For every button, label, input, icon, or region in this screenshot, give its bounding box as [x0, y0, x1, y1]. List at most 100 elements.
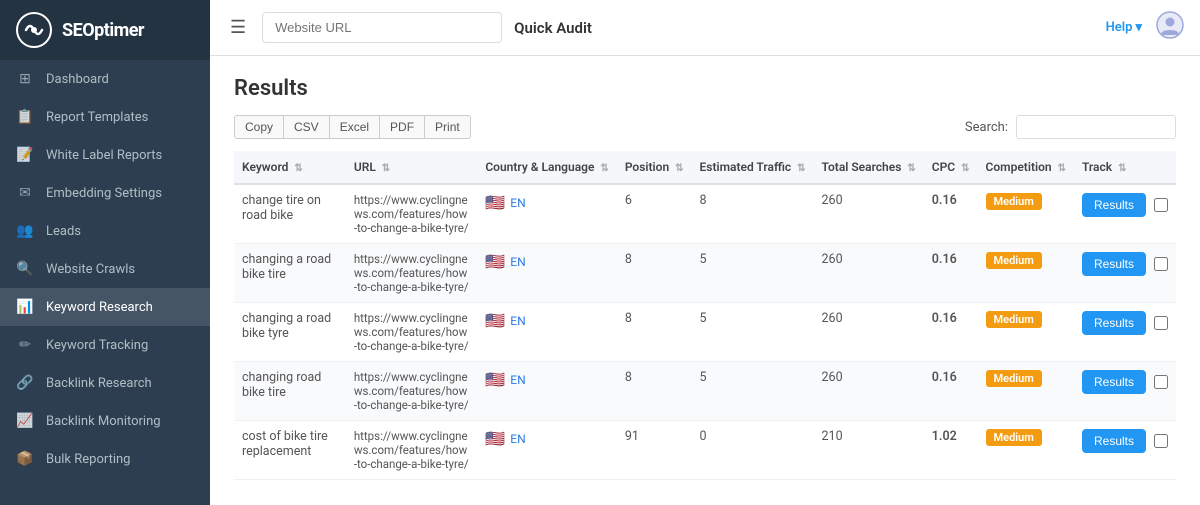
sidebar-item-label: Keyword Research	[46, 300, 153, 315]
search-label: Search:	[965, 120, 1008, 135]
sidebar-item-label: Bulk Reporting	[46, 452, 130, 467]
cell-position: 8	[617, 362, 692, 421]
flag-icon: 🇺🇸	[485, 370, 505, 389]
cell-country: 🇺🇸 EN	[477, 184, 616, 244]
user-avatar-icon[interactable]	[1156, 11, 1184, 45]
keyword-tracking-icon: ✏	[16, 337, 34, 353]
url-sort-icon[interactable]: ⇅	[382, 163, 390, 174]
cell-position: 8	[617, 303, 692, 362]
flag-icon: 🇺🇸	[485, 193, 505, 212]
sidebar-item-label: Leads	[46, 224, 81, 239]
page-title: Results	[234, 76, 1176, 101]
track-checkbox[interactable]	[1154, 375, 1168, 389]
search-container: Search:	[965, 115, 1176, 139]
track-checkbox[interactable]	[1154, 316, 1168, 330]
language-label: EN	[510, 314, 525, 328]
results-button[interactable]: Results	[1082, 252, 1146, 276]
hamburger-menu-icon[interactable]: ☰	[226, 13, 250, 42]
col-keyword: Keyword ⇅	[234, 151, 346, 184]
cell-country: 🇺🇸 EN	[477, 303, 616, 362]
topbar: ☰ Quick Audit Help ▾	[210, 0, 1200, 56]
cell-cpc: 0.16	[924, 184, 978, 244]
csv-button[interactable]: CSV	[283, 115, 330, 139]
track-checkbox[interactable]	[1154, 257, 1168, 271]
help-button[interactable]: Help ▾	[1106, 20, 1142, 35]
keyword-sort-icon[interactable]: ⇅	[294, 163, 302, 174]
competition-sort-icon[interactable]: ⇅	[1058, 163, 1066, 174]
cell-traffic: 5	[692, 303, 814, 362]
content-area: Results Copy CSV Excel PDF Print Search:…	[210, 56, 1200, 505]
pdf-button[interactable]: PDF	[379, 115, 425, 139]
country-sort-icon[interactable]: ⇅	[600, 163, 608, 174]
cell-searches: 260	[814, 303, 924, 362]
sidebar-item-website-crawls[interactable]: 🔍 Website Crawls	[0, 250, 210, 288]
position-sort-icon[interactable]: ⇅	[675, 163, 683, 174]
cell-keyword: changing a road bike tire	[234, 244, 346, 303]
sidebar-item-white-label-reports[interactable]: 📝 White Label Reports	[0, 136, 210, 174]
cell-competition: Medium	[978, 362, 1074, 421]
bulk-reporting-icon: 📦	[16, 451, 34, 467]
track-checkbox[interactable]	[1154, 434, 1168, 448]
col-track-label: Track	[1082, 160, 1112, 174]
cell-searches: 260	[814, 244, 924, 303]
cell-url: https://www.cyclingnews.com/features/how…	[346, 184, 478, 244]
dashboard-icon: ⊞	[16, 71, 34, 87]
copy-button[interactable]: Copy	[234, 115, 284, 139]
results-button[interactable]: Results	[1082, 370, 1146, 394]
cell-track: Results	[1074, 244, 1176, 303]
topbar-right: Help ▾	[1106, 11, 1184, 45]
cell-traffic: 8	[692, 184, 814, 244]
cell-keyword: change tire on road bike	[234, 184, 346, 244]
language-label: EN	[510, 373, 525, 387]
col-competition: Competition ⇅	[978, 151, 1074, 184]
language-label: EN	[510, 255, 525, 269]
results-button[interactable]: Results	[1082, 311, 1146, 335]
sidebar-item-label: Keyword Tracking	[46, 338, 148, 353]
cell-searches: 210	[814, 421, 924, 480]
sidebar-item-backlink-monitoring[interactable]: 📈 Backlink Monitoring	[0, 402, 210, 440]
col-traffic-label: Estimated Traffic	[700, 160, 792, 174]
sidebar-item-report-templates[interactable]: 📋 Report Templates	[0, 98, 210, 136]
table-controls: Copy CSV Excel PDF Print Search:	[234, 115, 1176, 139]
print-button[interactable]: Print	[424, 115, 471, 139]
col-country-label: Country & Language	[485, 160, 594, 174]
cell-cpc: 1.02	[924, 421, 978, 480]
col-url-label: URL	[354, 160, 376, 174]
track-sort-icon[interactable]: ⇅	[1118, 163, 1126, 174]
competition-badge: Medium	[986, 429, 1042, 446]
help-label: Help	[1106, 20, 1133, 35]
sidebar-item-embedding-settings[interactable]: ✉ Embedding Settings	[0, 174, 210, 212]
sidebar-item-dashboard[interactable]: ⊞ Dashboard	[0, 60, 210, 98]
cell-cpc: 0.16	[924, 244, 978, 303]
results-button[interactable]: Results	[1082, 193, 1146, 217]
results-button[interactable]: Results	[1082, 429, 1146, 453]
cpc-sort-icon[interactable]: ⇅	[961, 163, 969, 174]
col-position-label: Position	[625, 160, 669, 174]
cell-keyword: changing road bike tire	[234, 362, 346, 421]
sidebar-item-backlink-research[interactable]: 🔗 Backlink Research	[0, 364, 210, 402]
cell-traffic: 5	[692, 244, 814, 303]
traffic-sort-icon[interactable]: ⇅	[797, 163, 805, 174]
sidebar-item-keyword-tracking[interactable]: ✏ Keyword Tracking	[0, 326, 210, 364]
search-input[interactable]	[1016, 115, 1176, 139]
excel-button[interactable]: Excel	[329, 115, 380, 139]
searches-sort-icon[interactable]: ⇅	[907, 163, 915, 174]
results-table: Keyword ⇅ URL ⇅ Country & Language ⇅ Pos…	[234, 151, 1176, 480]
cell-keyword: cost of bike tire replacement	[234, 421, 346, 480]
sidebar-item-label: Dashboard	[46, 72, 109, 87]
sidebar-item-label: Embedding Settings	[46, 186, 162, 201]
sidebar-item-bulk-reporting[interactable]: 📦 Bulk Reporting	[0, 440, 210, 478]
website-url-input[interactable]	[262, 12, 502, 43]
cell-url: https://www.cyclingnews.com/features/how…	[346, 244, 478, 303]
table-header-row: Keyword ⇅ URL ⇅ Country & Language ⇅ Pos…	[234, 151, 1176, 184]
competition-badge: Medium	[986, 311, 1042, 328]
table-row: change tire on road bike https://www.cyc…	[234, 184, 1176, 244]
sidebar-item-leads[interactable]: 👥 Leads	[0, 212, 210, 250]
track-checkbox[interactable]	[1154, 198, 1168, 212]
col-searches-label: Total Searches	[822, 160, 902, 174]
report-templates-icon: 📋	[16, 109, 34, 125]
col-keyword-label: Keyword	[242, 160, 288, 174]
quick-audit-label: Quick Audit	[514, 19, 592, 37]
cell-url: https://www.cyclingnews.com/features/how…	[346, 303, 478, 362]
sidebar-item-keyword-research[interactable]: 📊 Keyword Research	[0, 288, 210, 326]
